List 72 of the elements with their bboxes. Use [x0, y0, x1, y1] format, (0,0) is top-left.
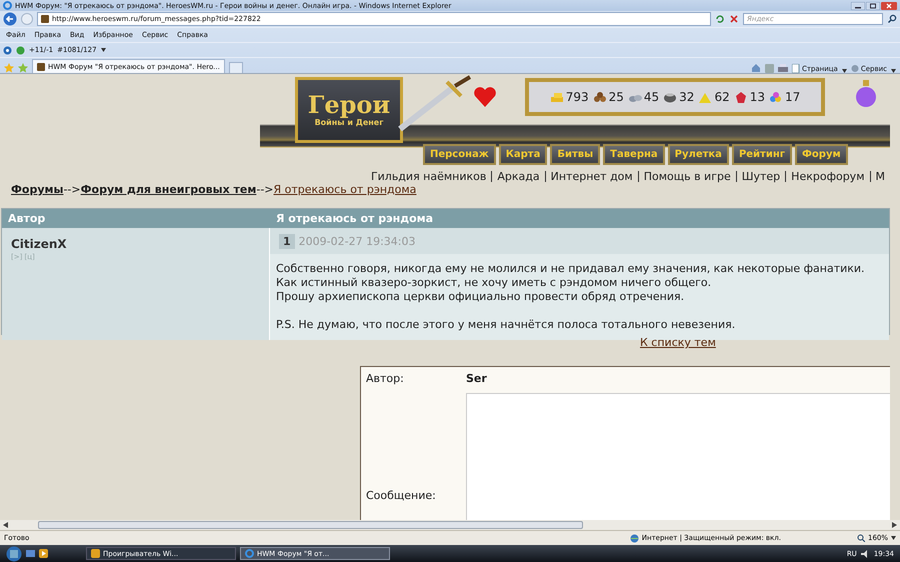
resource-count: 793	[566, 90, 589, 104]
resource-count: 45	[644, 90, 660, 104]
sulfur-heap-icon	[698, 90, 712, 104]
nav-button[interactable]: Персонаж	[423, 144, 496, 165]
post-text: Собственно говоря, никогда ему не молился и не придавал ему значения, как некоторые фанатики. Как истинный квазеро-зоркист, не хочу иметь с рэндомом ничего общего. Прошу архиепископа церкви официально провести обряд отречения. P.S. Не думаю, что после этого у меня начнётся полоса тотального невезения.	[275, 261, 866, 333]
potion-icon	[855, 80, 877, 108]
breadcrumb-link[interactable]: Форум для внеигровых тем	[80, 183, 256, 196]
restore-icon[interactable]	[866, 2, 880, 10]
header-link[interactable]: М	[870, 170, 890, 182]
scrollbar-thumb[interactable]	[38, 521, 583, 529]
star-icon[interactable]	[4, 63, 14, 73]
page-icon	[792, 64, 800, 73]
post-number: 1	[279, 234, 295, 248]
header-link[interactable]: Аркада	[491, 170, 545, 182]
nav-button[interactable]: Таверна	[603, 144, 665, 165]
message-input[interactable]	[466, 393, 890, 520]
header-link[interactable]: Некрофорум	[785, 170, 870, 182]
column-header: Автор	[7, 212, 46, 225]
site-favicon-icon	[41, 15, 49, 23]
stop-icon[interactable]	[729, 14, 739, 24]
gems-icon	[769, 90, 784, 104]
nav-button[interactable]: Битвы	[550, 144, 600, 165]
scroll-left-icon[interactable]	[3, 522, 8, 528]
desktop-icon[interactable]	[26, 550, 35, 558]
author-value: Ser	[466, 371, 488, 387]
breadcrumb-separator: -->	[256, 183, 274, 196]
minimize-icon[interactable]	[851, 2, 865, 10]
post-date: 2009-02-27 19:34:03	[298, 234, 416, 248]
nav-button[interactable]: Рулетка	[668, 144, 729, 165]
ie-logo-icon	[245, 549, 254, 558]
media-player-icon	[91, 549, 100, 558]
crystal-icon	[734, 90, 748, 104]
site-favicon-icon	[37, 62, 45, 70]
search-icon[interactable]	[887, 14, 897, 24]
caret-icon[interactable]	[100, 48, 106, 52]
game-logo[interactable]: Герои Войны и Денег	[295, 77, 403, 143]
cauldron-icon	[663, 90, 678, 104]
caret-icon[interactable]	[891, 536, 896, 540]
header-link[interactable]: Помощь в игре	[638, 170, 736, 182]
zoom-icon	[856, 534, 865, 542]
message-label: Сообщение:	[365, 488, 437, 502]
resource-count: 62	[714, 90, 730, 104]
header-link[interactable]: Гильдия наёмников	[366, 170, 492, 182]
ie-logo-icon	[3, 1, 12, 10]
close-icon[interactable]	[881, 2, 897, 10]
header-link[interactable]: Шутер	[736, 170, 786, 182]
breadcrumb-link[interactable]: Форумы	[11, 183, 64, 196]
start-orb-icon[interactable]	[6, 546, 22, 562]
scroll-right-icon[interactable]	[892, 522, 897, 528]
resource-count: 25	[608, 90, 624, 104]
author-name: CitizenX	[11, 237, 67, 251]
nav-button[interactable]: Карта	[498, 144, 548, 165]
volume-icon[interactable]	[860, 550, 870, 558]
header-link[interactable]: Интернет дом	[544, 170, 638, 182]
back-to-topics-link[interactable]: К списку тем	[640, 336, 716, 349]
author-label: Автор:	[365, 371, 405, 387]
resource-count: 32	[679, 90, 694, 104]
logo-subtitle: Войны и Денег	[314, 118, 384, 127]
breadcrumb-separator: -->	[63, 183, 81, 196]
heart-icon	[473, 86, 497, 108]
resource-count: 13	[750, 90, 766, 104]
breadcrumb-link[interactable]: Я отрекаюсь от рэндома	[274, 183, 416, 196]
media-player-icon[interactable]	[39, 549, 48, 558]
nav-button[interactable]: Рейтинг	[732, 144, 792, 165]
ingot-icon	[550, 90, 564, 104]
refresh-icon[interactable]	[715, 14, 725, 24]
printer-icon[interactable]	[778, 64, 788, 73]
logo-title: Герои	[308, 93, 390, 117]
column-header: Я отрекаюсь от рэндома	[275, 212, 434, 225]
resource-count: 17	[785, 90, 800, 104]
nav-button[interactable]: Форум	[795, 144, 848, 165]
log-pile-icon	[592, 90, 607, 104]
